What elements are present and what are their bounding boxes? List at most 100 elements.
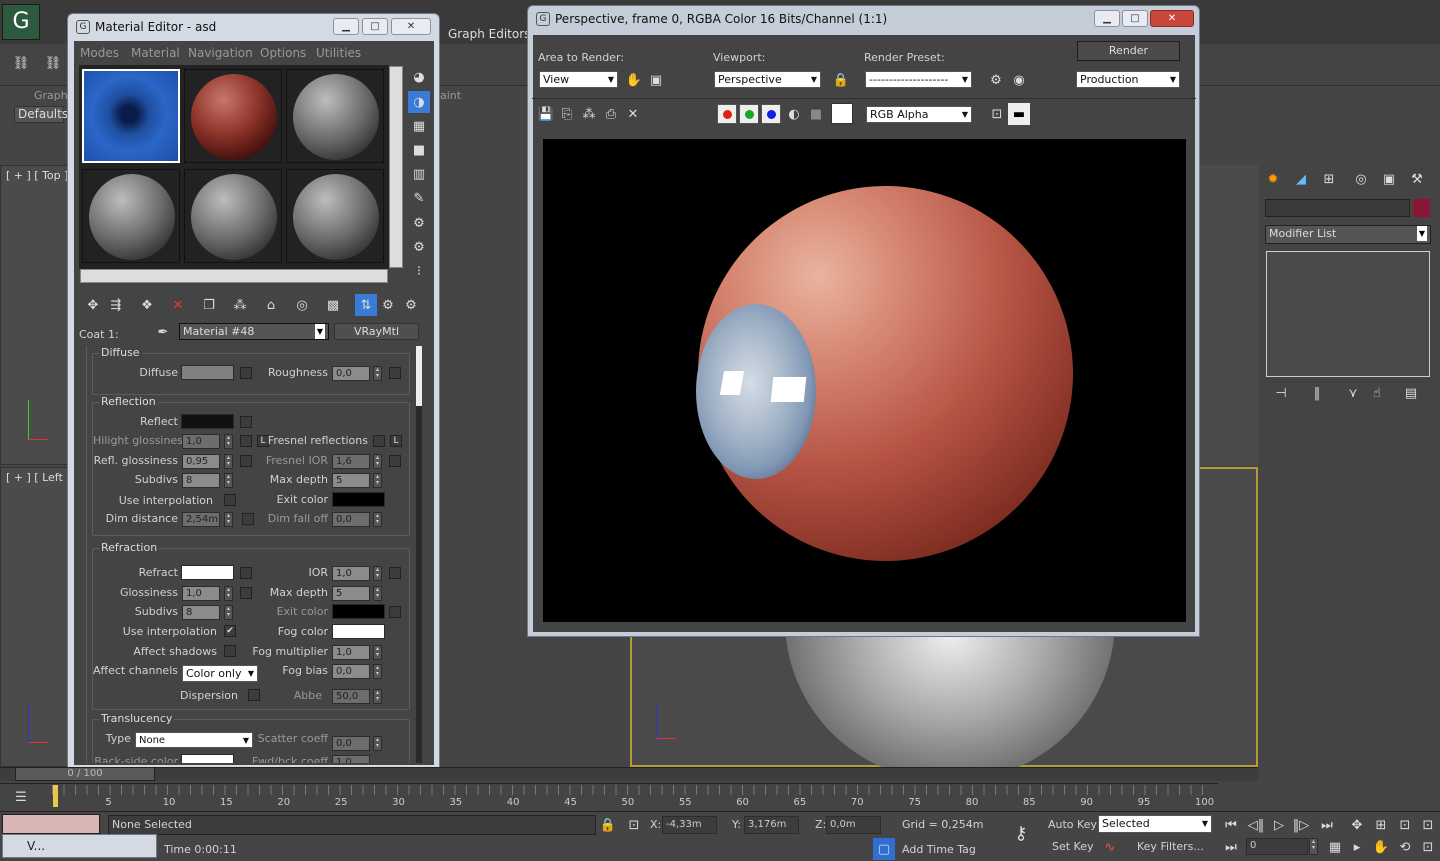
background-icon[interactable]: ▦	[408, 115, 430, 137]
refract-color-swatch[interactable]	[181, 565, 234, 580]
auto-key-button[interactable]: Auto Key	[1048, 818, 1097, 831]
go-to-end-icon[interactable]: ⏭	[1316, 814, 1338, 836]
motion-tab-icon[interactable]: ◎	[1350, 168, 1372, 190]
material-name-field[interactable]: Material #48 ▼	[179, 323, 329, 340]
abbe-input[interactable]: 50,0	[332, 689, 370, 704]
color-swatch[interactable]	[831, 103, 853, 124]
abbe-spinner[interactable]: ▴ ▾	[373, 689, 382, 704]
fresnel-ior-map-button[interactable]	[389, 455, 401, 467]
pin-stack-icon[interactable]: ⊣	[1270, 382, 1292, 404]
dim-distance-spinner[interactable]: ▴ ▾	[224, 512, 233, 527]
scatter-coeff-spinner[interactable]: ▴ ▾	[373, 736, 382, 751]
glossiness-input[interactable]: 1,0	[182, 586, 220, 601]
sample-slot-5[interactable]	[184, 169, 282, 263]
menu-navigation[interactable]: Navigation	[188, 46, 253, 60]
get-material-icon[interactable]: ✥	[82, 294, 104, 316]
sample-slot-3[interactable]	[286, 69, 384, 163]
fresnel-ior-spinner[interactable]: ▴ ▾	[373, 454, 382, 469]
refl-glossiness-input[interactable]: 0,95	[182, 454, 220, 469]
fresnel-ior-input[interactable]: 1,6	[332, 454, 370, 469]
environment-icon[interactable]: ◉	[1008, 69, 1030, 91]
hilight-glossiness-input[interactable]: 1,0	[182, 434, 220, 449]
absolute-mode-icon[interactable]: ⊡	[623, 814, 645, 836]
object-name-field[interactable]	[1265, 199, 1410, 217]
timeline-slider[interactable]: 0 / 100	[15, 767, 155, 781]
area-to-render-dropdown[interactable]: View ▼	[539, 71, 618, 88]
green-channel-button[interactable]	[739, 104, 759, 124]
options-icon[interactable]: ⚙	[408, 212, 430, 234]
sample-slot-4[interactable]	[82, 169, 180, 263]
zoom-all-icon[interactable]: ⊞	[1370, 814, 1392, 836]
scatter-coeff-input[interactable]: 0,0	[332, 736, 370, 751]
refr-subdivs-input[interactable]: 8	[182, 605, 220, 620]
current-frame-field[interactable]: 0	[1246, 838, 1308, 855]
material-type-button[interactable]: VRayMtl	[334, 323, 419, 340]
clear-image-icon[interactable]: ✕	[622, 103, 644, 125]
refr-max-depth-input[interactable]: 5	[332, 586, 370, 601]
monochrome-icon[interactable]: ■	[805, 103, 827, 125]
blue-channel-button[interactable]	[761, 104, 781, 124]
current-frame-spinner[interactable]: ▴ ▾	[1309, 838, 1318, 855]
fog-color-swatch[interactable]	[332, 624, 385, 639]
create-tab-icon[interactable]: ✹	[1262, 168, 1284, 190]
remove-modifier-icon[interactable]: ☝	[1366, 382, 1388, 404]
zoom-extents-icon[interactable]: ⊡	[1394, 814, 1416, 836]
sample-slot-6[interactable]	[286, 169, 384, 263]
roughness-input[interactable]: 0,0	[332, 366, 370, 381]
taskbar-item[interactable]: V...	[2, 834, 157, 858]
dim-distance-input[interactable]: 2,54m	[182, 512, 220, 527]
dim-falloff-input[interactable]: 0,0	[332, 512, 370, 527]
hilight-map-button[interactable]	[240, 435, 252, 447]
print-image-icon[interactable]: ⎙	[600, 103, 622, 125]
video-color-check-icon[interactable]: ▥	[408, 163, 430, 185]
refr-max-depth-spinner[interactable]: ▴ ▾	[373, 586, 382, 601]
max-depth-spinner[interactable]: ▴ ▾	[373, 473, 382, 488]
link-icon[interactable]: ⛓	[10, 52, 32, 74]
go-to-start-icon[interactable]: ⏮	[1220, 814, 1242, 836]
next-frame-icon[interactable]: ‖▷	[1290, 814, 1312, 836]
reflect-map-button[interactable]	[240, 416, 252, 428]
fwd-bck-coeff-input[interactable]: 1,0	[332, 755, 370, 763]
app-logo-icon[interactable]: G	[2, 4, 40, 40]
fresnel-reflections-checkbox[interactable]	[373, 435, 385, 447]
viewport-right-top[interactable]	[1200, 165, 1258, 465]
y-coordinate-field[interactable]: 3,176m	[744, 816, 799, 834]
reset-icon[interactable]: ✕	[167, 294, 189, 316]
show-in-viewport-icon[interactable]: ▩	[322, 294, 344, 316]
subdivs-input[interactable]: 8	[182, 473, 220, 488]
assign-to-selection-icon[interactable]: ❖	[136, 294, 158, 316]
fov-icon[interactable]: ▸	[1346, 836, 1368, 858]
copy-image-icon[interactable]: ⎘	[556, 103, 578, 125]
make-unique-icon[interactable]: ⁂	[229, 294, 251, 316]
eyedropper-icon[interactable]: ✒	[152, 321, 174, 343]
menu-material[interactable]: Material	[131, 46, 180, 60]
previous-frame-icon[interactable]: ◁‖	[1245, 814, 1267, 836]
sample-slot-eye-texture[interactable]	[82, 69, 180, 163]
refr-exit-color-swatch[interactable]	[332, 604, 385, 619]
display-tab-icon[interactable]: ▣	[1378, 168, 1400, 190]
play-icon[interactable]: ▷	[1268, 814, 1290, 836]
close-button[interactable]: ✕	[1150, 10, 1194, 27]
max-depth-input[interactable]: 5	[332, 473, 370, 488]
add-time-tag-button[interactable]: Add Time Tag	[902, 843, 976, 856]
maximize-viewport-icon[interactable]: ⊡	[1417, 836, 1439, 858]
diffuse-color-swatch[interactable]	[181, 365, 234, 380]
zoom-icon[interactable]: ✥	[1346, 814, 1368, 836]
toggle-ui-icon[interactable]: ▬	[1008, 103, 1030, 125]
set-key-button[interactable]: Set Key	[1052, 840, 1094, 853]
selection-lock-icon[interactable]: 🔒	[597, 814, 619, 836]
refr-subdivs-spinner[interactable]: ▴ ▾	[224, 605, 233, 620]
hilight-glossiness-spinner[interactable]: ▴ ▾	[224, 434, 233, 449]
uv-tiling-icon[interactable]: ■	[408, 139, 430, 161]
configure-sets-icon[interactable]: ▤	[1400, 382, 1422, 404]
exit-color-swatch[interactable]	[332, 492, 385, 507]
key-tangent-icon[interactable]: ∿	[1099, 836, 1121, 858]
fog-bias-input[interactable]: 0,0	[332, 664, 370, 679]
minimize-button[interactable]: ▁	[333, 18, 359, 35]
time-config-icon[interactable]: ▦	[1324, 836, 1346, 858]
time-cursor[interactable]	[53, 785, 58, 807]
subdivs-spinner[interactable]: ▴ ▾	[224, 473, 233, 488]
x-coordinate-field[interactable]: -4,33m	[662, 816, 717, 834]
toggle-ui-overlay-icon[interactable]: ⊡	[986, 103, 1008, 125]
translucency-type-dropdown[interactable]: None ▼	[135, 732, 253, 748]
